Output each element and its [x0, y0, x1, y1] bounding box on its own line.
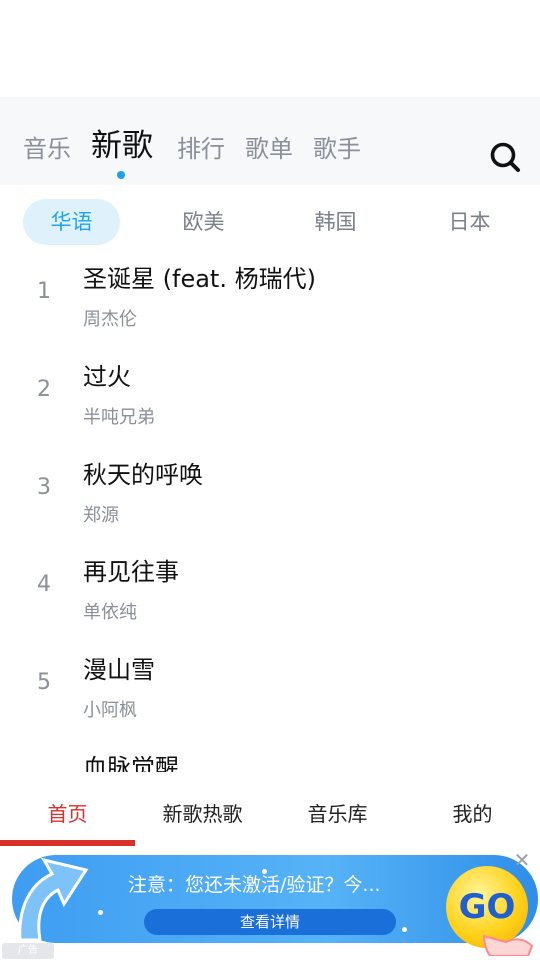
song-row[interactable]: 4 再见往事 单依纯	[0, 548, 540, 646]
ad-banner[interactable]: 注意：您还未激活/验证？今... 查看详情 GO ✕ 广告	[0, 850, 540, 960]
song-rank: 4	[37, 572, 51, 597]
region-filter-bar: 华语 欧美 韩国 日本	[0, 185, 540, 255]
search-button[interactable]	[488, 140, 522, 174]
nav-active-indicator	[0, 840, 135, 846]
song-row[interactable]: 1 圣诞星 (feat. 杨瑞代) 周杰伦	[0, 255, 540, 353]
tab-charts[interactable]: 排行	[177, 133, 225, 165]
song-rank: 5	[37, 670, 51, 695]
search-icon	[490, 142, 520, 172]
tab-playlists[interactable]: 歌单	[245, 133, 293, 165]
active-tab-indicator	[117, 171, 125, 179]
song-artist: 单依纯	[83, 602, 137, 623]
song-title: 血脉觉醒	[83, 754, 179, 772]
song-artist: 小阿枫	[83, 700, 137, 721]
region-japanese[interactable]: 日本	[421, 199, 518, 245]
song-artist: 周杰伦	[83, 309, 137, 330]
tab-singers[interactable]: 歌手	[313, 133, 361, 165]
hand-pointer-icon	[482, 934, 534, 956]
song-title: 圣诞星 (feat. 杨瑞代)	[83, 265, 316, 293]
song-artist: 郑源	[83, 505, 119, 526]
region-western[interactable]: 欧美	[155, 199, 252, 245]
song-row[interactable]: 2 过火 半吨兄弟	[0, 353, 540, 451]
arrow-icon	[18, 857, 89, 940]
top-tab-bar: 音乐 新歌 排行 歌单 歌手	[0, 97, 540, 185]
tab-new-songs[interactable]: 新歌	[91, 127, 153, 165]
nav-music-library[interactable]: 音乐库	[270, 798, 405, 827]
tab-music[interactable]: 音乐	[23, 133, 71, 165]
song-rank: 1	[37, 279, 51, 304]
ad-notice-text: 注意：您还未激活/验证？今...	[128, 874, 381, 896]
ad-detail-button[interactable]: 查看详情	[144, 909, 396, 935]
region-chinese[interactable]: 华语	[23, 199, 120, 245]
close-icon[interactable]: ✕	[512, 850, 532, 870]
song-title: 再见往事	[83, 558, 179, 586]
nav-home[interactable]: 首页	[0, 798, 135, 827]
sparkle-decoration	[98, 910, 103, 915]
bottom-nav-bar: 首页 新歌热歌 音乐库 我的	[0, 772, 540, 850]
song-title: 过火	[83, 363, 131, 391]
song-list: 1 圣诞星 (feat. 杨瑞代) 周杰伦 2 过火 半吨兄弟 3 秋天的呼唤 …	[0, 255, 540, 772]
song-rank: 3	[37, 475, 51, 500]
region-korean[interactable]: 韩国	[287, 199, 384, 245]
status-bar-area	[0, 0, 540, 97]
ad-label: 广告	[2, 943, 54, 959]
song-title: 秋天的呼唤	[83, 461, 203, 489]
song-row[interactable]: 3 秋天的呼唤 郑源	[0, 451, 540, 549]
song-row[interactable]: 5 漫山雪 小阿枫	[0, 646, 540, 744]
song-artist: 半吨兄弟	[83, 407, 155, 428]
song-rank: 2	[37, 377, 51, 402]
nav-mine[interactable]: 我的	[405, 798, 540, 827]
song-title: 漫山雪	[83, 656, 155, 684]
song-row[interactable]: 血脉觉醒	[0, 744, 540, 772]
nav-new-hot-songs[interactable]: 新歌热歌	[135, 798, 270, 827]
sparkle-decoration	[402, 927, 407, 932]
